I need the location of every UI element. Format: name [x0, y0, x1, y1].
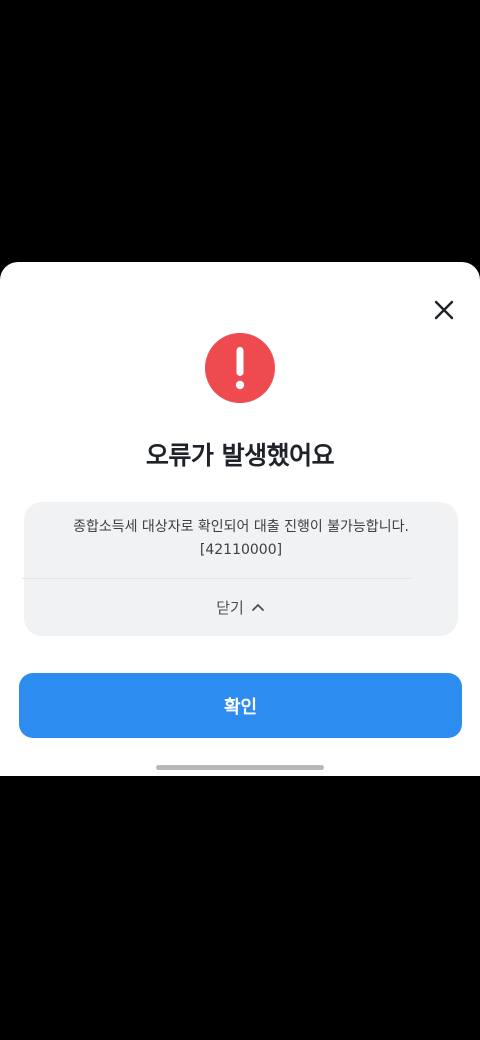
close-icon — [434, 300, 454, 320]
dialog-title: 오류가 발생했어요 — [145, 441, 335, 470]
screen: 오류가 발생했어요 종합소득세 대상자로 확인되어 대출 진행이 불가능합니다.… — [0, 0, 480, 1040]
error-bottom-sheet: 오류가 발생했어요 종합소득세 대상자로 확인되어 대출 진행이 불가능합니다.… — [0, 262, 480, 776]
confirm-button[interactable]: 확인 — [19, 673, 462, 738]
collapse-details-button[interactable]: 닫기 — [150, 592, 330, 622]
error-message: 종합소득세 대상자로 확인되어 대출 진행이 불가능합니다. [42110000… — [24, 516, 458, 562]
exclamation-circle-icon — [205, 333, 275, 403]
error-message-line: 종합소득세 대상자로 확인되어 대출 진행이 불가능합니다. — [73, 519, 409, 535]
home-indicator[interactable] — [156, 765, 324, 770]
confirm-label: 확인 — [223, 696, 258, 718]
divider — [22, 578, 412, 579]
error-code: [42110000] — [199, 542, 283, 558]
chevron-up-icon — [251, 604, 264, 611]
collapse-label: 닫기 — [216, 598, 244, 617]
close-button[interactable] — [428, 294, 460, 326]
